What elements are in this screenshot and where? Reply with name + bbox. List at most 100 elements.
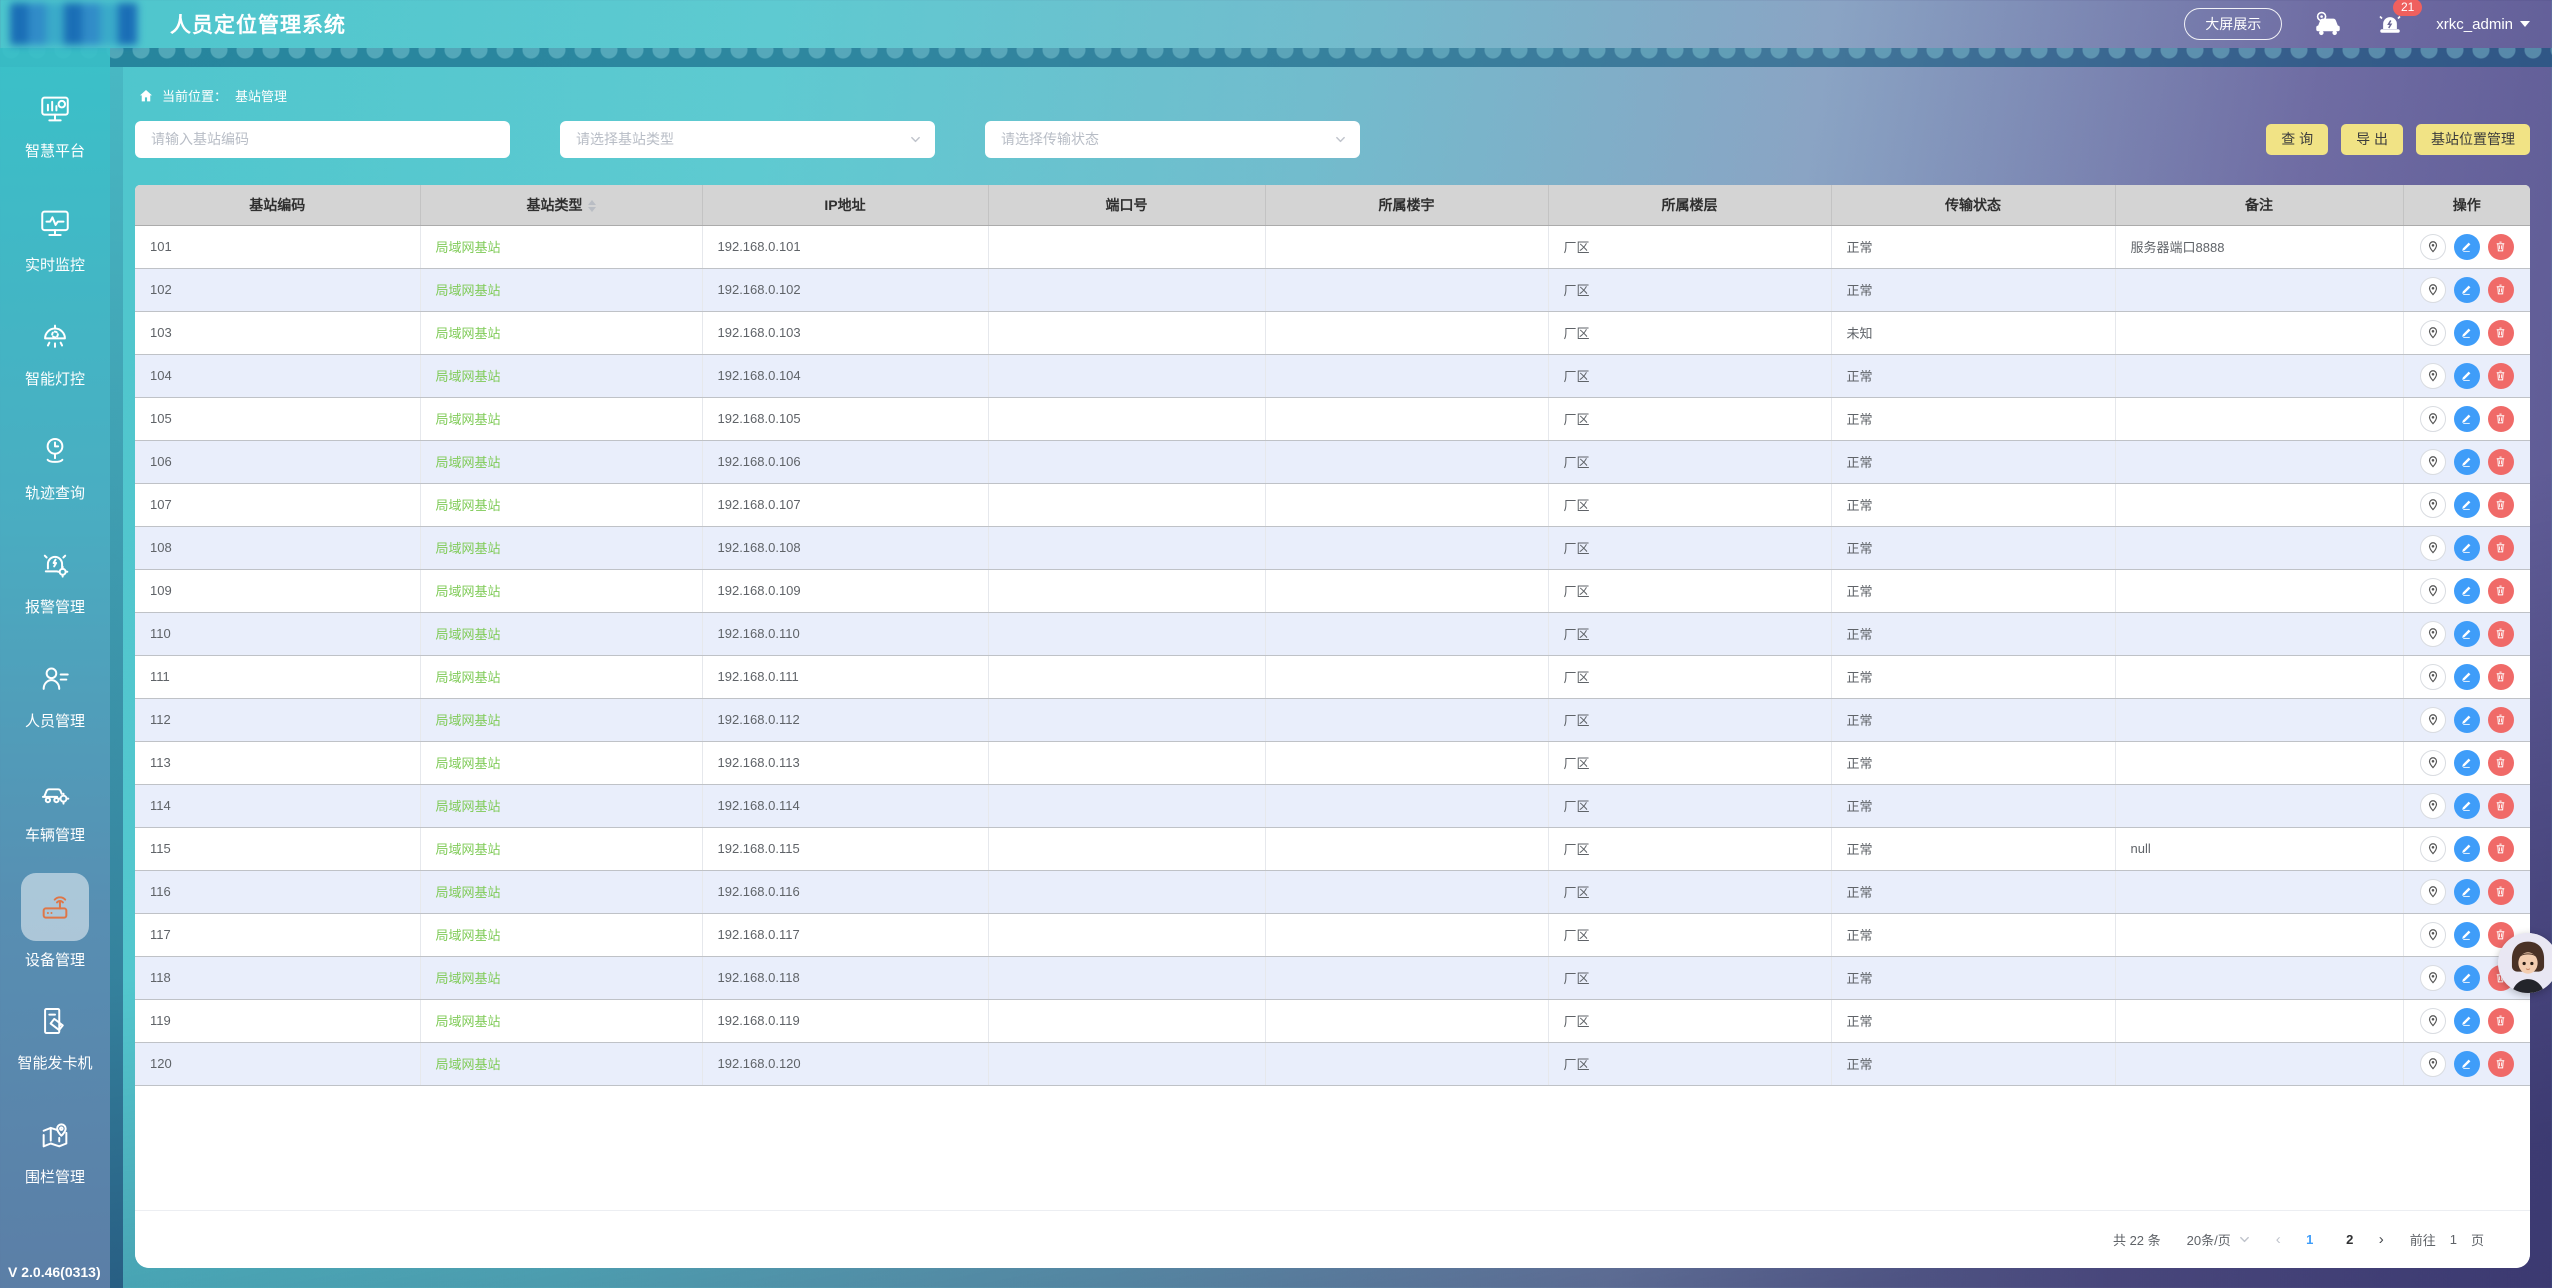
locate-button[interactable]: [2420, 621, 2446, 647]
locate-button[interactable]: [2420, 965, 2446, 991]
delete-button[interactable]: [2488, 234, 2514, 260]
sort-icon[interactable]: [588, 200, 596, 212]
delete-button[interactable]: [2488, 406, 2514, 432]
delete-button[interactable]: [2488, 750, 2514, 776]
locate-button[interactable]: [2420, 492, 2446, 518]
assistant-avatar[interactable]: [2498, 933, 2552, 993]
station-type-link[interactable]: 局域网基站: [436, 584, 501, 599]
station-type-link[interactable]: 局域网基站: [436, 326, 501, 341]
sidebar-item-realtime-monitor[interactable]: 实时监控: [0, 184, 110, 290]
locate-button[interactable]: [2420, 277, 2446, 303]
locate-button[interactable]: [2420, 664, 2446, 690]
delete-button[interactable]: [2488, 492, 2514, 518]
station-type-link[interactable]: 局域网基站: [436, 412, 501, 427]
delete-button[interactable]: [2488, 1051, 2514, 1077]
station-type-link[interactable]: 局域网基站: [436, 369, 501, 384]
edit-button[interactable]: [2454, 449, 2480, 475]
station-type-link[interactable]: 局域网基站: [436, 498, 501, 513]
sidebar-item-alarm-mgmt[interactable]: 报警管理: [0, 526, 110, 632]
delete-button[interactable]: [2488, 449, 2514, 475]
edit-button[interactable]: [2454, 234, 2480, 260]
station-code-input[interactable]: [135, 121, 510, 158]
edit-button[interactable]: [2454, 363, 2480, 389]
edit-button[interactable]: [2454, 879, 2480, 905]
edit-button[interactable]: [2454, 793, 2480, 819]
edit-button[interactable]: [2454, 707, 2480, 733]
station-type-link[interactable]: 局域网基站: [436, 885, 501, 900]
delete-button[interactable]: [2488, 793, 2514, 819]
station-type-link[interactable]: 局域网基站: [436, 1014, 501, 1029]
locate-button[interactable]: [2420, 836, 2446, 862]
page-button-2[interactable]: 2: [2339, 1232, 2361, 1247]
sidebar-item-card-dispenser[interactable]: 智能发卡机: [0, 982, 110, 1088]
export-button[interactable]: 导 出: [2341, 124, 2403, 155]
locate-button[interactable]: [2420, 707, 2446, 733]
delete-button[interactable]: [2488, 836, 2514, 862]
query-button[interactable]: 查 询: [2266, 124, 2328, 155]
locate-button[interactable]: [2420, 406, 2446, 432]
edit-button[interactable]: [2454, 750, 2480, 776]
locate-button[interactable]: [2420, 363, 2446, 389]
locate-button[interactable]: [2420, 578, 2446, 604]
edit-button[interactable]: [2454, 965, 2480, 991]
delete-button[interactable]: [2488, 363, 2514, 389]
delete-button[interactable]: [2488, 664, 2514, 690]
delete-button[interactable]: [2488, 277, 2514, 303]
big-screen-button[interactable]: 大屏展示: [2184, 8, 2282, 40]
sidebar-item-track-query[interactable]: 轨迹查询: [0, 412, 110, 518]
locate-button[interactable]: [2420, 449, 2446, 475]
locate-button[interactable]: [2420, 1008, 2446, 1034]
delete-button[interactable]: [2488, 320, 2514, 346]
station-type-link[interactable]: 局域网基站: [436, 1057, 501, 1072]
station-type-link[interactable]: 局域网基站: [436, 627, 501, 642]
column-header[interactable]: 基站类型: [420, 185, 702, 225]
station-position-button[interactable]: 基站位置管理: [2416, 124, 2530, 155]
edit-button[interactable]: [2454, 535, 2480, 561]
locate-button[interactable]: [2420, 1051, 2446, 1077]
delete-button[interactable]: [2488, 707, 2514, 733]
locate-button[interactable]: [2420, 922, 2446, 948]
edit-button[interactable]: [2454, 664, 2480, 690]
edit-button[interactable]: [2454, 492, 2480, 518]
edit-button[interactable]: [2454, 836, 2480, 862]
locate-button[interactable]: [2420, 750, 2446, 776]
next-page-button[interactable]: ›: [2379, 1231, 2384, 1248]
sidebar-item-person-mgmt[interactable]: 人员管理: [0, 640, 110, 746]
delete-button[interactable]: [2488, 535, 2514, 561]
station-type-link[interactable]: 局域网基站: [436, 240, 501, 255]
page-button-1[interactable]: 1: [2299, 1232, 2321, 1247]
goto-page-input[interactable]: 1: [2450, 1232, 2457, 1247]
vehicle-icon[interactable]: [2312, 8, 2344, 40]
delete-button[interactable]: [2488, 621, 2514, 647]
user-menu[interactable]: xrkc_admin: [2436, 16, 2530, 33]
station-type-link[interactable]: 局域网基站: [436, 799, 501, 814]
locate-button[interactable]: [2420, 879, 2446, 905]
station-type-link[interactable]: 局域网基站: [436, 928, 501, 943]
edit-button[interactable]: [2454, 320, 2480, 346]
locate-button[interactable]: [2420, 793, 2446, 819]
sidebar-item-smart-platform[interactable]: 智慧平台: [0, 70, 110, 176]
sidebar-item-vehicle-mgmt[interactable]: 车辆管理: [0, 754, 110, 860]
page-size-select[interactable]: 20条/页: [2187, 1230, 2250, 1249]
edit-button[interactable]: [2454, 578, 2480, 604]
delete-button[interactable]: [2488, 578, 2514, 604]
station-type-link[interactable]: 局域网基站: [436, 756, 501, 771]
edit-button[interactable]: [2454, 621, 2480, 647]
transmission-status-select[interactable]: 请选择传输状态: [985, 121, 1360, 158]
delete-button[interactable]: [2488, 879, 2514, 905]
station-type-link[interactable]: 局域网基站: [436, 541, 501, 556]
prev-page-button[interactable]: ‹: [2276, 1231, 2281, 1248]
station-type-link[interactable]: 局域网基站: [436, 670, 501, 685]
edit-button[interactable]: [2454, 406, 2480, 432]
locate-button[interactable]: [2420, 535, 2446, 561]
edit-button[interactable]: [2454, 1008, 2480, 1034]
edit-button[interactable]: [2454, 1051, 2480, 1077]
locate-button[interactable]: [2420, 320, 2446, 346]
sidebar-item-smart-light[interactable]: 智能灯控: [0, 298, 110, 404]
alarm-icon[interactable]: 21: [2374, 8, 2406, 40]
sidebar-item-device-mgmt[interactable]: 设备管理: [0, 868, 110, 974]
station-type-link[interactable]: 局域网基站: [436, 283, 501, 298]
station-type-link[interactable]: 局域网基站: [436, 713, 501, 728]
station-type-link[interactable]: 局域网基站: [436, 971, 501, 986]
station-type-link[interactable]: 局域网基站: [436, 455, 501, 470]
